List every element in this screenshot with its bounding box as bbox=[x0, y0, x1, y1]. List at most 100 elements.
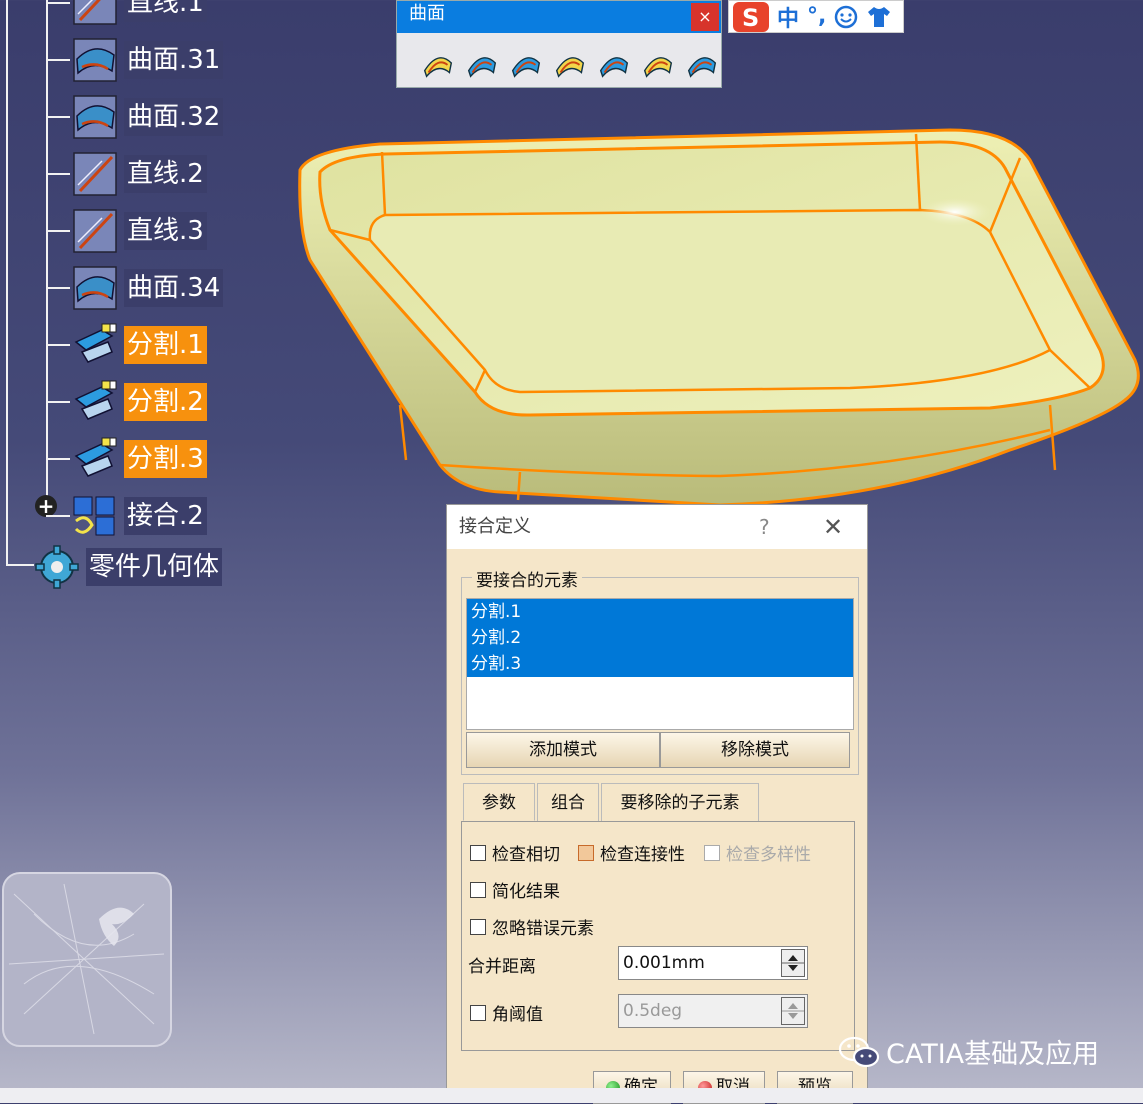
specular-highlight bbox=[919, 198, 991, 226]
part-3d-view[interactable] bbox=[290, 120, 1143, 520]
ime-punct-label[interactable]: °, bbox=[807, 4, 826, 29]
checkbox-box[interactable] bbox=[470, 1004, 486, 1021]
add-mode-button[interactable]: 添加模式 bbox=[466, 732, 660, 768]
merge-distance-spinner[interactable] bbox=[781, 949, 805, 977]
fill-icon[interactable] bbox=[595, 43, 633, 83]
tab-parameters[interactable]: 参数 bbox=[463, 783, 535, 821]
tree-node-label: 曲面.31 bbox=[124, 41, 224, 79]
multisection-icon[interactable] bbox=[639, 43, 677, 83]
dialog-titlebar[interactable]: 接合定义 ? ✕ bbox=[447, 505, 867, 549]
svg-text:S: S bbox=[742, 4, 759, 32]
elements-listbox[interactable]: 分割.1 分割.2 分割.3 bbox=[466, 598, 854, 730]
tree-node[interactable]: 曲面.34 bbox=[72, 265, 224, 311]
sweep-icon[interactable] bbox=[551, 43, 589, 83]
checkbox-box[interactable] bbox=[470, 844, 486, 861]
surface-icon bbox=[73, 95, 117, 139]
simplify-result-checkbox[interactable]: 简化结果 bbox=[470, 877, 560, 902]
elements-group-title: 要接合的元素 bbox=[472, 566, 582, 591]
extrude-icon[interactable] bbox=[419, 43, 457, 83]
status-bar bbox=[0, 1088, 1143, 1103]
compass-widget[interactable] bbox=[2, 872, 172, 1047]
merge-distance-value: 0.001mm bbox=[623, 953, 705, 973]
tree-connector bbox=[46, 0, 48, 506]
split-icon bbox=[74, 380, 117, 420]
tree-node[interactable]: 分割.2 bbox=[72, 379, 207, 425]
tree-connector bbox=[6, 564, 34, 566]
tab-sub-elements[interactable]: 要移除的子元素 bbox=[601, 783, 759, 821]
tree-node-label: 接合.2 bbox=[124, 497, 207, 535]
checkbox-box bbox=[704, 844, 720, 861]
tree-connector bbox=[46, 344, 70, 346]
surfaces-toolbar: 曲面 × bbox=[396, 0, 722, 88]
tree-node[interactable]: 曲面.31 bbox=[72, 37, 224, 83]
elements-group: 要接合的元素 分割.1 分割.2 分割.3 添加模式 移除模式 bbox=[461, 566, 859, 775]
tree-body-label: 零件几何体 bbox=[86, 548, 223, 586]
remove-mode-button[interactable]: 移除模式 bbox=[660, 732, 850, 768]
tree-node[interactable]: 分割.3 bbox=[72, 436, 207, 482]
offset-icon[interactable] bbox=[507, 43, 545, 83]
tree-connector bbox=[6, 0, 8, 566]
sogou-logo-icon[interactable]: S bbox=[733, 1, 769, 32]
tree-node[interactable]: 分割.1 bbox=[72, 322, 207, 368]
check-tangency-checkbox[interactable]: 检查相切 bbox=[470, 840, 560, 865]
revolve-icon[interactable] bbox=[463, 43, 501, 83]
tree-connector bbox=[46, 287, 70, 289]
ignore-errors-label: 忽略错误元素 bbox=[492, 919, 594, 939]
ime-bar: S 中 °, bbox=[728, 0, 904, 33]
tree-body-node[interactable]: 零件几何体 bbox=[34, 544, 223, 590]
close-button[interactable]: ✕ bbox=[823, 505, 843, 549]
body-gear-icon bbox=[35, 545, 79, 589]
angle-threshold-field: 0.5deg bbox=[618, 994, 808, 1028]
check-manifold-checkbox: 检查多样性 bbox=[704, 840, 811, 865]
toolbar-title-text: 曲面 bbox=[409, 3, 445, 24]
ime-mode-label[interactable]: 中 bbox=[777, 1, 799, 33]
checkbox-box[interactable] bbox=[470, 881, 486, 898]
checkbox-box-checked[interactable] bbox=[578, 844, 594, 861]
join-icon bbox=[73, 496, 115, 536]
ignore-errors-checkbox[interactable]: 忽略错误元素 bbox=[470, 914, 594, 939]
tree-node-label: 曲面.32 bbox=[124, 98, 224, 136]
angle-threshold-value: 0.5deg bbox=[623, 1001, 683, 1021]
wechat-icon bbox=[838, 1036, 880, 1067]
parameters-panel: 检查相切 检查连接性 检查多样性 简化结果 忽略错误元素 合并距离 0.001m… bbox=[461, 821, 855, 1051]
tree-connector bbox=[46, 230, 70, 232]
help-button[interactable]: ? bbox=[759, 505, 770, 549]
toolbar-title[interactable]: 曲面 × bbox=[397, 1, 721, 33]
spinner-arrows-icon bbox=[782, 1003, 804, 1019]
merge-distance-row: 合并距离 bbox=[468, 952, 536, 977]
tree-connector bbox=[46, 116, 70, 118]
tree-connector bbox=[46, 173, 70, 175]
tab-federation[interactable]: 组合 bbox=[537, 783, 599, 821]
tree-node-label: 分割.1 bbox=[124, 326, 207, 364]
tree-node[interactable]: 直线.1 bbox=[72, 0, 207, 26]
smiley-icon[interactable] bbox=[834, 5, 858, 29]
list-item[interactable]: 分割.3 bbox=[467, 651, 853, 677]
list-item[interactable]: 分割.1 bbox=[467, 599, 853, 625]
skin-shirt-icon[interactable] bbox=[866, 5, 892, 29]
tree-connector bbox=[46, 401, 70, 403]
list-item[interactable]: 分割.2 bbox=[467, 625, 853, 651]
blend-icon[interactable] bbox=[683, 43, 721, 83]
join-definition-dialog: 接合定义 ? ✕ 要接合的元素 分割.1 分割.2 分割.3 添加模式 移除模式… bbox=[446, 504, 868, 1104]
surface-icon bbox=[73, 266, 117, 310]
angle-threshold-spinner bbox=[781, 997, 805, 1025]
spinner-arrows-icon bbox=[782, 955, 804, 971]
tree-node-label: 分割.2 bbox=[124, 383, 207, 421]
check-tangency-label: 检查相切 bbox=[492, 845, 560, 865]
dialog-title: 接合定义 bbox=[459, 516, 531, 537]
merge-distance-label: 合并距离 bbox=[468, 957, 536, 977]
checkbox-box[interactable] bbox=[470, 918, 486, 935]
merge-distance-field[interactable]: 0.001mm bbox=[618, 946, 808, 980]
tree-node[interactable]: 直线.2 bbox=[72, 151, 207, 197]
tree-node[interactable]: 曲面.32 bbox=[72, 94, 224, 140]
angle-threshold-checkbox[interactable]: 角阈值 bbox=[470, 1000, 543, 1025]
tree-connector bbox=[46, 515, 70, 517]
tree-node[interactable]: 接合.2 bbox=[72, 493, 207, 539]
line-icon bbox=[73, 0, 117, 25]
tree-node[interactable]: 直线.3 bbox=[72, 208, 207, 254]
check-connexity-checkbox[interactable]: 检查连接性 bbox=[578, 840, 685, 865]
expand-plus-icon[interactable]: + bbox=[35, 495, 57, 517]
surface-icon bbox=[73, 38, 117, 82]
toolbar-close-button[interactable]: × bbox=[691, 3, 719, 31]
watermark-text: CATIA基础及应用 bbox=[886, 1039, 1100, 1070]
